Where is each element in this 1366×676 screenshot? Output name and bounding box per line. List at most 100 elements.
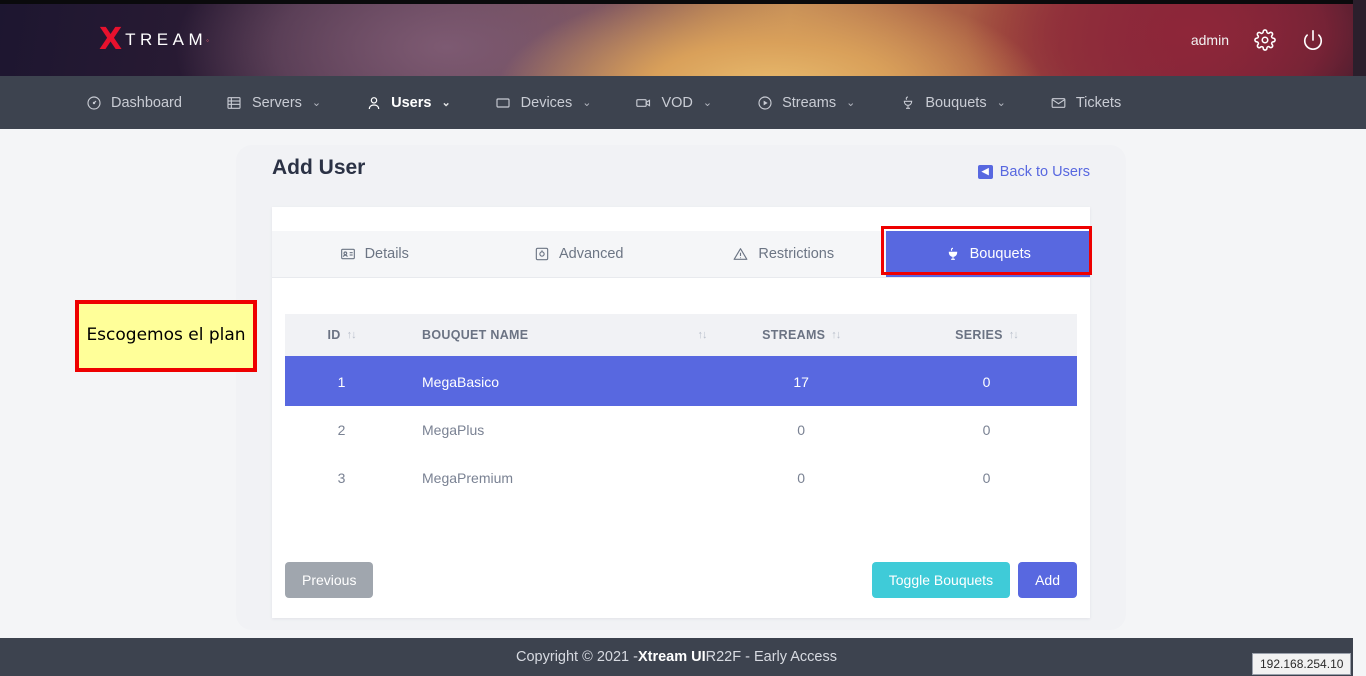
- main-navigation: Dashboard Servers ⌄ Users ⌄ Devices ⌄ VO…: [0, 76, 1353, 129]
- warning-icon: [732, 246, 749, 262]
- gear-icon[interactable]: [1253, 28, 1277, 52]
- footer-suffix: R22F - Early Access: [705, 649, 837, 665]
- tab-label: Advanced: [559, 246, 624, 262]
- chevron-down-icon: ⌄: [996, 97, 1006, 109]
- back-arrow-icon: ◀: [977, 164, 993, 179]
- column-label: BOUQUET NAME: [422, 328, 529, 342]
- cell-streams: 0: [797, 422, 806, 438]
- sort-arrows-icon[interactable]: ↑↓: [697, 329, 707, 341]
- tab-restrictions[interactable]: Restrictions: [681, 231, 886, 277]
- cell-series: 0: [982, 422, 991, 438]
- flower-icon: [899, 94, 916, 111]
- sort-arrows-icon[interactable]: ↑↓: [831, 329, 841, 341]
- tab-label: Bouquets: [969, 246, 1031, 262]
- logo[interactable]: X TREAM ◦: [99, 25, 209, 55]
- footer-prefix: Copyright © 2021 -: [516, 649, 638, 665]
- table-row[interactable]: 1 MegaBasico 17 0: [285, 357, 1077, 406]
- tab-label: Details: [364, 246, 409, 262]
- play-icon: [756, 94, 773, 111]
- cell-id: 3: [337, 470, 346, 486]
- toggle-bouquets-button[interactable]: Toggle Bouquets: [871, 562, 1011, 598]
- site-footer: Copyright © 2021 - Xtream UI R22F - Earl…: [0, 638, 1353, 676]
- flower-icon: [945, 246, 961, 262]
- id-card-icon: [340, 246, 356, 262]
- device-icon: [495, 94, 512, 111]
- chevron-down-icon: ⌄: [441, 97, 451, 109]
- card-tabs: Details Advanced Restrictions Bouquets: [272, 231, 1090, 278]
- app-root: X TREAM ◦ admin Dashboard Servers ⌄ User…: [0, 0, 1366, 676]
- table-head: ID ↑↓ BOUQUET NAME ↑↓ STREAMS ↑↓ SERIES …: [285, 314, 1077, 358]
- nav-label: Users: [391, 94, 432, 111]
- previous-button[interactable]: Previous: [285, 562, 374, 598]
- right-gutter: [1353, 0, 1366, 676]
- cell-streams: 0: [797, 470, 806, 486]
- cell-streams: 17: [706, 357, 896, 406]
- nav-label: Streams: [782, 94, 837, 111]
- ip-address-badge: 192.168.254.10: [1252, 653, 1352, 675]
- back-to-users-link[interactable]: ◀ Back to Users: [977, 163, 1090, 180]
- bouquets-table: ID ↑↓ BOUQUET NAME ↑↓ STREAMS ↑↓ SERIES …: [285, 314, 1077, 502]
- nav-item-vod[interactable]: VOD ⌄: [635, 94, 712, 111]
- nav-item-streams[interactable]: Streams ⌄: [756, 94, 855, 111]
- video-icon: [635, 94, 652, 111]
- tab-details[interactable]: Details: [272, 231, 477, 277]
- cell-bouquet-name: MegaBasico: [398, 357, 707, 406]
- power-icon[interactable]: [1301, 28, 1325, 52]
- add-button[interactable]: Add: [1018, 562, 1077, 598]
- cell-id: 2: [337, 422, 346, 438]
- cell-bouquet-name: MegaPremium: [422, 470, 514, 486]
- back-link-label: Back to Users: [999, 163, 1090, 180]
- annotation-text: Escogemos el plan: [86, 325, 246, 346]
- bouquets-table-area: ID ↑↓ BOUQUET NAME ↑↓ STREAMS ↑↓ SERIES …: [272, 278, 1090, 502]
- sort-arrows-icon[interactable]: ↑↓: [347, 329, 357, 341]
- column-header-series[interactable]: SERIES ↑↓: [895, 314, 1077, 358]
- table-row[interactable]: 2 MegaPlus 0 0: [285, 406, 1077, 454]
- user-icon: [365, 94, 382, 111]
- nav-item-users[interactable]: Users ⌄: [365, 94, 451, 111]
- tab-bouquets[interactable]: Bouquets: [885, 231, 1090, 277]
- nav-items: Dashboard Servers ⌄ Users ⌄ Devices ⌄ VO…: [85, 94, 1165, 111]
- nav-label: Servers: [251, 94, 302, 111]
- card-top-strip: [272, 207, 1090, 231]
- envelope-icon: [1050, 94, 1067, 111]
- table-row[interactable]: 3 MegaPremium 0 0: [285, 454, 1077, 502]
- chevron-down-icon: ⌄: [846, 97, 856, 109]
- dashboard-icon: [85, 94, 102, 111]
- column-header-id[interactable]: ID ↑↓: [285, 314, 399, 358]
- current-user-label: admin: [1190, 32, 1229, 48]
- column-label: ID: [327, 328, 341, 342]
- cell-series: 0: [982, 470, 991, 486]
- chevron-down-icon: ⌄: [702, 97, 713, 109]
- nav-item-tickets[interactable]: Tickets: [1050, 94, 1121, 111]
- nav-item-servers[interactable]: Servers ⌄: [226, 94, 321, 111]
- nav-item-bouquets[interactable]: Bouquets ⌄: [899, 94, 1006, 111]
- page-title: Add User: [272, 156, 366, 179]
- column-label: SERIES: [955, 328, 1003, 342]
- header-actions: admin: [1191, 28, 1325, 52]
- nav-label: VOD: [661, 94, 693, 111]
- card-actions: Previous Toggle Bouquets Add: [272, 562, 1090, 598]
- cell-id: 1: [285, 357, 399, 406]
- tab-advanced[interactable]: Advanced: [477, 231, 682, 277]
- nav-label: Devices: [520, 94, 573, 111]
- column-header-streams[interactable]: STREAMS ↑↓: [706, 314, 896, 358]
- chevron-down-icon: ⌄: [582, 97, 592, 109]
- servers-icon: [226, 94, 243, 111]
- column-label: STREAMS: [762, 328, 826, 342]
- cell-bouquet-name: MegaPlus: [422, 422, 485, 438]
- logo-wordmark: TREAM: [125, 30, 208, 49]
- annotation-callout: Escogemos el plan: [75, 300, 257, 372]
- logo-superscript: ◦: [206, 35, 209, 45]
- footer-brand: Xtream UI: [637, 649, 706, 665]
- sort-arrows-icon[interactable]: ↑↓: [1009, 329, 1019, 341]
- cell-series: 0: [895, 357, 1077, 406]
- nav-item-devices[interactable]: Devices ⌄: [495, 94, 592, 111]
- gutter-top: [1353, 0, 1366, 76]
- nav-label: Tickets: [1075, 94, 1122, 111]
- primary-actions: Toggle Bouquets Add: [871, 562, 1077, 598]
- gutter-bottom: [1353, 129, 1366, 676]
- nav-item-dashboard[interactable]: Dashboard: [85, 94, 182, 111]
- page-body: Add User ◀ Back to Users Details Advance…: [0, 129, 1353, 638]
- brand-header: X TREAM ◦ admin: [0, 4, 1353, 76]
- column-header-bouquet-name[interactable]: BOUQUET NAME ↑↓: [398, 314, 707, 358]
